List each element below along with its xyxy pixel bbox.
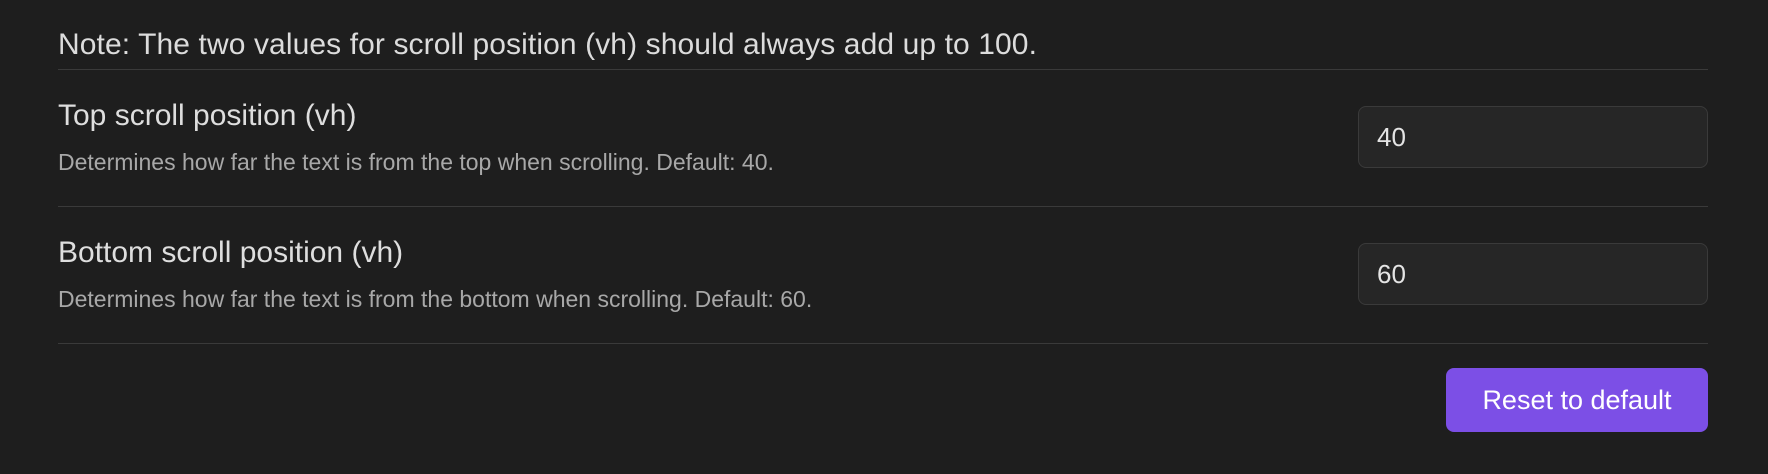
setting-name-top-scroll: Top scroll position (vh) [58,99,357,132]
settings-panel: Note: The two values for scroll position… [0,0,1768,474]
setting-desc-bottom-scroll: Determines how far the text is from the … [58,286,813,312]
divider [58,343,1708,344]
setting-bottom-scroll: Bottom scroll position (vh) Determines h… [58,206,1708,326]
bottom-scroll-input[interactable] [1358,243,1708,305]
setting-desc-top-scroll: Determines how far the text is from the … [58,149,774,175]
reset-to-default-button[interactable]: Reset to default [1446,368,1708,432]
scroll-note: Note: The two values for scroll position… [58,28,1038,61]
top-scroll-input[interactable] [1358,106,1708,168]
setting-top-scroll: Top scroll position (vh) Determines how … [58,69,1708,189]
setting-name-bottom-scroll: Bottom scroll position (vh) [58,236,404,269]
